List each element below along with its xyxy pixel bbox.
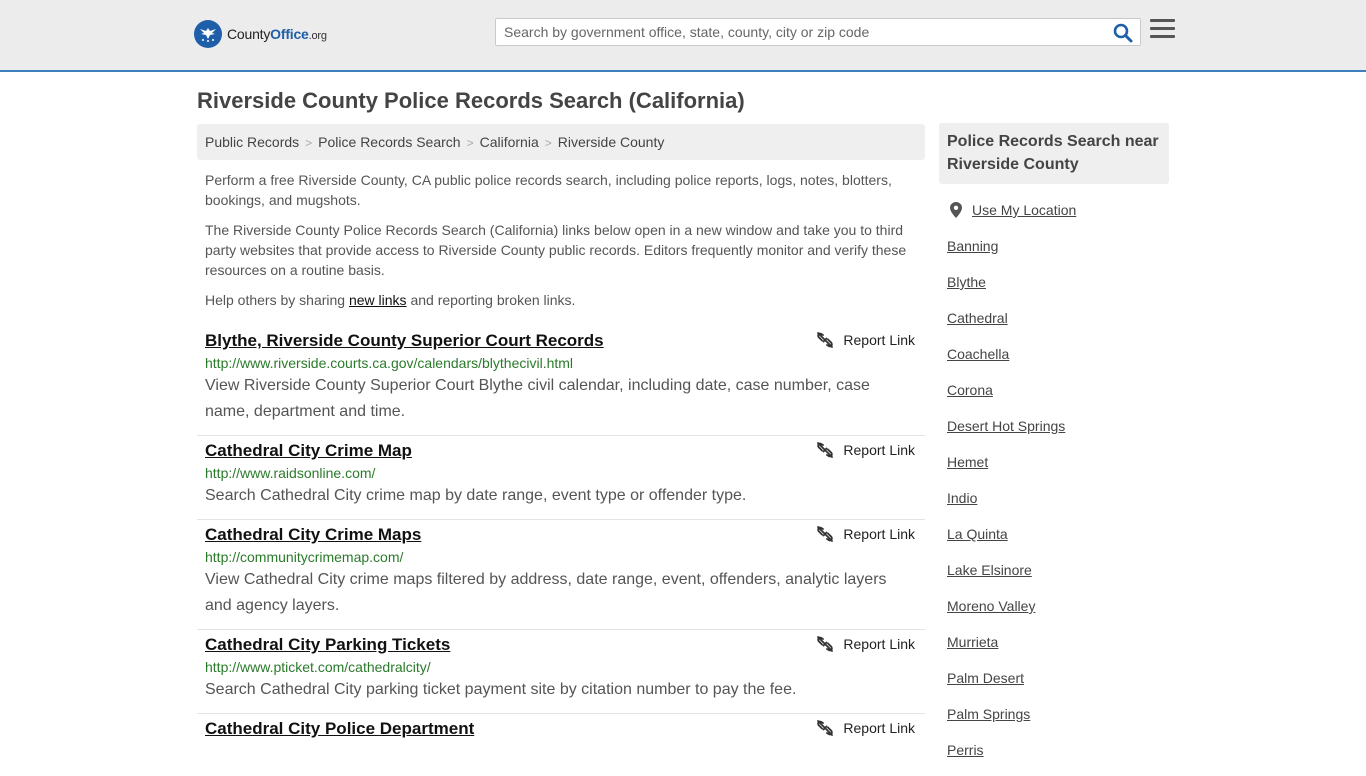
top-header: CountyOffice.org	[0, 0, 1366, 72]
search-box	[495, 18, 1141, 46]
result-url: http://www.riverside.courts.ca.gov/calen…	[205, 355, 574, 371]
sidebar-item-indio[interactable]: Indio	[947, 488, 1167, 524]
report-link-button[interactable]: Report Link	[817, 720, 915, 736]
result-description: Search Cathedral City parking ticket pay…	[205, 681, 797, 698]
report-link-button[interactable]: Report Link	[817, 442, 915, 458]
result-title-link[interactable]: Cathedral City Parking Tickets	[205, 634, 450, 656]
intro-text: Perform a free Riverside County, CA publ…	[205, 170, 917, 320]
report-link-label: Report Link	[843, 442, 915, 458]
broken-link-icon	[817, 636, 834, 652]
breadcrumb-riverside-county[interactable]: Riverside County	[558, 134, 665, 150]
intro-p3-before: Help others by sharing	[205, 292, 349, 308]
sidebar-item-murrieta[interactable]: Murrieta	[947, 632, 1167, 668]
logo-org: .org	[308, 30, 327, 42]
breadcrumb-separator-icon: >	[544, 136, 552, 150]
site-logo[interactable]: CountyOffice.org	[194, 20, 327, 48]
breadcrumb: Public Records > Police Records Search > Cal…	[197, 124, 925, 160]
report-link-label: Report Link	[843, 720, 915, 736]
report-link-button[interactable]: Report Link	[817, 332, 915, 348]
broken-link-icon	[817, 720, 834, 736]
sidebar-item-blythe[interactable]: Blythe	[947, 272, 1167, 308]
result-item: Cathedral City Crime Map http://www.raid…	[197, 436, 925, 520]
map-pin-icon	[950, 202, 962, 218]
result-url: http://www.pticket.com/cathedralcity/	[205, 659, 431, 675]
result-title-link[interactable]: Cathedral City Crime Maps	[205, 524, 421, 546]
result-url: http://communitycrimemap.com/	[205, 549, 404, 565]
broken-link-icon	[817, 526, 834, 542]
sidebar-item-banning[interactable]: Banning	[947, 236, 1167, 272]
report-link-label: Report Link	[843, 332, 915, 348]
breadcrumb-public-records[interactable]: Public Records	[205, 134, 299, 150]
result-item: Cathedral City Police Department Report …	[197, 714, 925, 750]
breadcrumb-california[interactable]: California	[480, 134, 539, 150]
result-item: Cathedral City Crime Maps http://communi…	[197, 520, 925, 630]
intro-paragraph-3: Help others by sharing new links and rep…	[205, 290, 917, 310]
logo-office: Office	[270, 26, 309, 42]
sidebar-item-hemet[interactable]: Hemet	[947, 452, 1167, 488]
intro-paragraph-2: The Riverside County Police Records Sear…	[205, 222, 907, 278]
search-icon[interactable]	[1112, 22, 1134, 44]
use-my-location-label: Use My Location	[972, 202, 1077, 218]
broken-link-icon	[817, 442, 834, 458]
use-my-location-link[interactable]: Use My Location	[947, 200, 1167, 220]
results-list: Blythe, Riverside County Superior Court …	[197, 326, 925, 750]
sidebar-item-desert-hot-springs[interactable]: Desert Hot Springs	[947, 416, 1167, 452]
sidebar-item-coachella[interactable]: Coachella	[947, 344, 1167, 380]
new-links-link[interactable]: new links	[349, 292, 407, 308]
intro-p3-after: and reporting broken links.	[406, 292, 576, 308]
result-description: View Riverside County Superior Court Bly…	[205, 377, 870, 420]
report-link-button[interactable]: Report Link	[817, 636, 915, 652]
sidebar-heading: Police Records Search near Riverside Cou…	[939, 123, 1169, 184]
logo-eagle-icon	[194, 20, 222, 48]
hamburger-menu-icon[interactable]	[1150, 19, 1175, 43]
report-link-button[interactable]: Report Link	[817, 526, 915, 542]
sidebar-item-lake-elsinore[interactable]: Lake Elsinore	[947, 560, 1167, 596]
result-description: View Cathedral City crime maps filtered …	[205, 571, 887, 614]
breadcrumb-separator-icon: >	[305, 136, 313, 150]
result-title-link[interactable]: Cathedral City Crime Map	[205, 440, 412, 462]
sidebar-item-corona[interactable]: Corona	[947, 380, 1167, 416]
logo-text: CountyOffice.org	[227, 26, 327, 42]
sidebar-city-list: Use My Location Banning Blythe Cathedral…	[947, 200, 1167, 776]
search-input[interactable]	[496, 19, 1096, 45]
logo-county: County	[227, 26, 271, 42]
breadcrumb-police-records-search[interactable]: Police Records Search	[318, 134, 460, 150]
sidebar-item-palm-desert[interactable]: Palm Desert	[947, 668, 1167, 704]
sidebar-item-moreno-valley[interactable]: Moreno Valley	[947, 596, 1167, 632]
result-url: http://www.raidsonline.com/	[205, 465, 376, 481]
result-title-link[interactable]: Cathedral City Police Department	[205, 718, 474, 740]
sidebar-item-la-quinta[interactable]: La Quinta	[947, 524, 1167, 560]
result-item: Blythe, Riverside County Superior Court …	[197, 326, 925, 436]
sidebar-item-perris[interactable]: Perris	[947, 740, 1167, 776]
report-link-label: Report Link	[843, 526, 915, 542]
result-item: Cathedral City Parking Tickets http://ww…	[197, 630, 925, 714]
intro-paragraph-1: Perform a free Riverside County, CA publ…	[205, 172, 892, 208]
result-title-link[interactable]: Blythe, Riverside County Superior Court …	[205, 330, 604, 352]
breadcrumb-separator-icon: >	[466, 136, 474, 150]
result-description: Search Cathedral City crime map by date …	[205, 487, 747, 504]
page-title: Riverside County Police Records Search (…	[197, 88, 745, 113]
report-link-label: Report Link	[843, 636, 915, 652]
broken-link-icon	[817, 332, 834, 348]
sidebar-item-cathedral[interactable]: Cathedral	[947, 308, 1167, 344]
sidebar-item-palm-springs[interactable]: Palm Springs	[947, 704, 1167, 740]
